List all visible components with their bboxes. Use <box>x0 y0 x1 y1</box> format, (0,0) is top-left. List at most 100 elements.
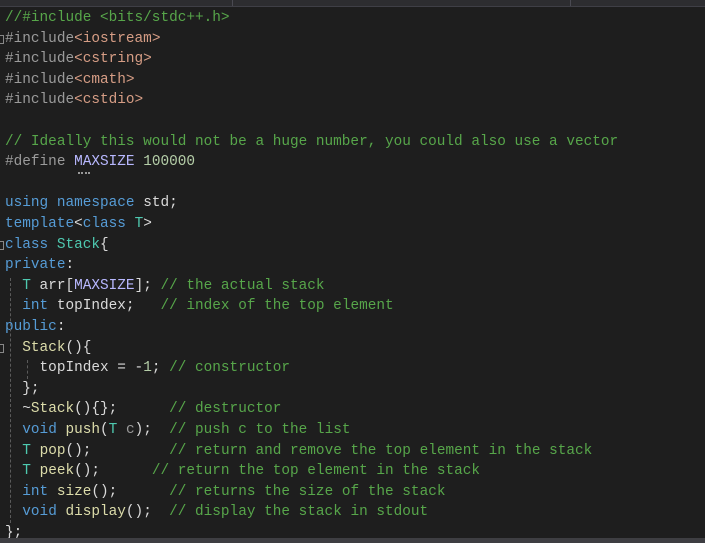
code-token: topIndex = - <box>5 360 144 376</box>
code-token: <cstring> <box>74 51 152 67</box>
code-token: MAXSIZE <box>74 154 135 170</box>
code-token: void <box>22 504 57 520</box>
code-token: // returns the size of the stack <box>169 484 446 500</box>
code-token: Stack <box>56 237 101 253</box>
code-token: (); <box>74 463 152 479</box>
code-line[interactable]: int topIndex; // index of the top elemen… <box>5 296 394 316</box>
code-token: //#include <bits/stdc++.h> <box>5 10 230 26</box>
code-token: #include <box>5 31 75 47</box>
code-line[interactable]: ~Stack(){}; // destructor <box>5 399 281 419</box>
suggestion-dots-icon[interactable] <box>78 169 91 174</box>
code-token: MAXSIZE <box>74 278 135 294</box>
code-token: template <box>5 216 75 232</box>
code-token: topIndex; <box>48 298 161 314</box>
code-token: 100000 <box>143 154 196 170</box>
code-line[interactable]: #include<cstring> <box>5 49 152 69</box>
scope-dropdown[interactable] <box>234 0 571 6</box>
code-token: class <box>5 237 57 253</box>
code-token: // index of the top element <box>160 298 394 314</box>
code-token: private <box>5 257 66 273</box>
code-token: int <box>22 484 49 500</box>
code-line[interactable]: private: <box>5 255 74 275</box>
code-line[interactable]: int size(); // returns the size of the s… <box>5 482 445 502</box>
code-token: arr[ <box>30 278 75 294</box>
code-token: { <box>100 237 109 253</box>
code-token: // return and remove the top element in … <box>169 443 593 459</box>
code-token: > <box>143 216 152 232</box>
code-token: pop <box>39 443 66 459</box>
code-token: std <box>143 195 170 211</box>
fold-toggle-icon[interactable] <box>0 35 4 44</box>
code-line[interactable]: public: <box>5 317 65 337</box>
code-token: size <box>56 484 92 500</box>
code-token: #include <box>5 51 75 67</box>
code-token: ]; <box>134 278 161 294</box>
code-token: T <box>22 443 31 459</box>
code-line[interactable]: T arr[MAXSIZE]; // the actual stack <box>5 276 325 296</box>
fold-toggle-icon[interactable] <box>0 241 4 250</box>
code-line[interactable]: #define MAXSIZE 100000 <box>5 152 195 172</box>
code-token: (); <box>91 484 170 500</box>
code-token: int <box>22 298 49 314</box>
code-token: void <box>22 422 57 438</box>
code-token: // return the top element in the stack <box>151 463 481 479</box>
code-token: display <box>65 504 126 520</box>
indent-guide <box>27 360 28 379</box>
code-token: <cmath> <box>74 72 135 88</box>
code-line[interactable]: #include<cstdio> <box>5 90 143 110</box>
code-token: c <box>125 422 135 438</box>
code-token: : <box>65 257 75 273</box>
code-line[interactable]: T peek(); // return the top element in t… <box>5 461 480 481</box>
member-dropdown[interactable] <box>572 0 705 6</box>
code-token: // destructor <box>169 401 282 417</box>
code-line[interactable]: class Stack{ <box>5 235 109 255</box>
code-token: using namespace <box>5 195 144 211</box>
code-token: public <box>5 319 57 335</box>
code-token: // display the stack in stdout <box>169 504 429 520</box>
code-token: T <box>22 278 31 294</box>
code-token: T <box>108 422 118 438</box>
code-token: <iostream> <box>74 31 161 47</box>
code-token: ( <box>100 422 109 438</box>
code-editor[interactable]: //#include <bits/stdc++.h> #include<iostr… <box>0 8 705 541</box>
code-line[interactable]: void display(); // display the stack in … <box>5 502 428 522</box>
code-token: // Ideally this would not be a huge numb… <box>5 134 619 150</box>
code-line[interactable]: T pop(); // return and remove the top el… <box>5 441 592 461</box>
code-line[interactable]: #include<cmath> <box>5 70 135 90</box>
code-token: T <box>134 216 144 232</box>
code-token: // constructor <box>169 360 291 376</box>
code-token: 1 <box>143 360 152 376</box>
code-line[interactable]: Stack(){ <box>5 338 91 358</box>
code-token: class <box>82 216 135 232</box>
code-token: < <box>74 216 83 232</box>
code-line[interactable]: using namespace std; <box>5 193 178 213</box>
code-token: #include <box>5 92 75 108</box>
code-line[interactable]: void push(T c); // push c to the list <box>5 420 350 440</box>
code-token: (){}; <box>74 401 170 417</box>
code-line[interactable]: #include<iostream> <box>5 29 160 49</box>
horizontal-scrollbar[interactable] <box>0 538 705 543</box>
code-line[interactable]: template<class T> <box>5 214 152 234</box>
code-line[interactable]: topIndex = -1; // constructor <box>5 358 290 378</box>
code-line[interactable]: //#include <bits/stdc++.h> <box>5 8 230 28</box>
code-token: (){ <box>65 340 92 356</box>
project-dropdown[interactable] <box>0 0 233 6</box>
code-token: // push c to the list <box>169 422 351 438</box>
code-token: // the actual stack <box>160 278 325 294</box>
code-token: ; <box>151 360 170 376</box>
editor-navigation-bar <box>0 0 705 7</box>
fold-toggle-icon[interactable] <box>0 344 4 353</box>
code-line[interactable]: // Ideally this would not be a huge numb… <box>5 132 618 152</box>
code-token: ~ <box>5 401 31 417</box>
